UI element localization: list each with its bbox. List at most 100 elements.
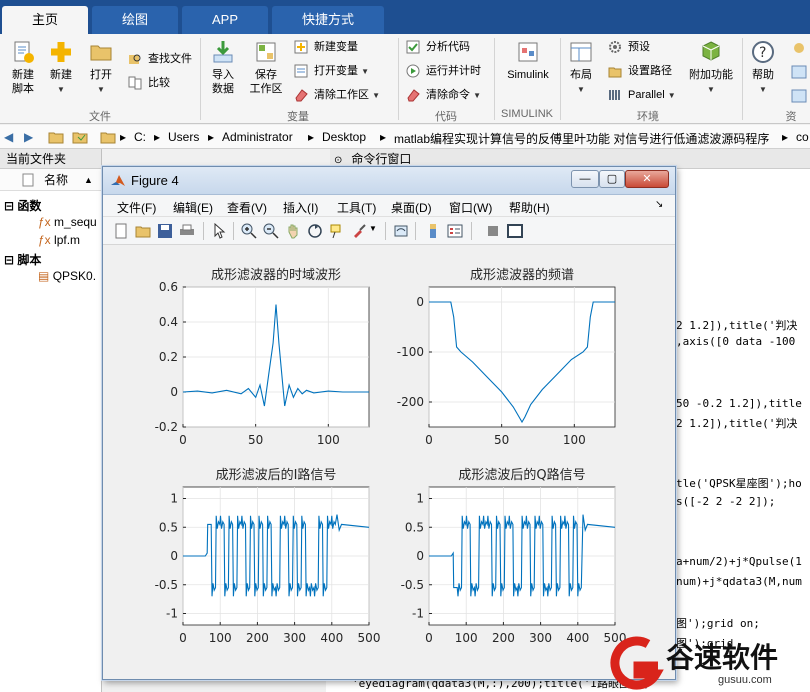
plus-icon [51, 42, 71, 62]
file-lpf[interactable]: ƒx lpf.m [38, 233, 80, 247]
breadcrumb-sep: ▸ [308, 130, 315, 144]
breadcrumb-desktop[interactable]: Desktop [322, 130, 366, 144]
tree-group-scripts[interactable]: ⊟ 脚本 [4, 251, 41, 268]
analyze-code-button[interactable]: 分析代码 [406, 38, 470, 56]
command-window-title: 命令行窗口 [351, 152, 412, 166]
new-script-button[interactable]: 新建 脚本 [6, 40, 40, 96]
simulink-button[interactable]: Simulink [500, 40, 556, 82]
help-button[interactable]: ? 帮助 ▼ [746, 40, 780, 97]
menu-window[interactable]: 窗口(W) [449, 199, 492, 216]
code-line: s([-2 2 -2 2]); [676, 495, 776, 508]
link-plot-icon[interactable] [393, 223, 409, 239]
clear-workspace-button[interactable]: 清除工作区 ▼ [294, 86, 380, 104]
open-file-icon[interactable] [135, 223, 151, 239]
tab-apps[interactable]: APP [182, 6, 268, 34]
find-files-button[interactable]: 查找文件 [128, 50, 192, 68]
new-figure-icon[interactable] [113, 223, 129, 239]
breadcrumb-users[interactable]: Users [168, 130, 199, 144]
brush-dropdown-icon[interactable]: ▼ [369, 224, 377, 233]
code-line: 50 -0.2 1.2]),title [676, 397, 802, 410]
brush-icon[interactable] [351, 223, 367, 239]
tab-shortcuts[interactable]: 快捷方式 [272, 6, 384, 34]
parallel-button[interactable]: Parallel ▼ [608, 86, 676, 104]
new-button[interactable]: 新建 ▼ [44, 40, 78, 97]
variable-group-label: 变量 [287, 111, 309, 123]
import-data-button[interactable]: 导入 数据 [206, 40, 240, 96]
compare-button[interactable]: 比较 [128, 74, 170, 92]
show-tools-icon[interactable] [507, 223, 523, 239]
back-arrow-icon[interactable]: ◀ [4, 130, 13, 144]
hide-tools-icon[interactable] [485, 223, 501, 239]
pointer-icon[interactable] [211, 223, 227, 239]
file-icon [22, 173, 34, 187]
forward-arrow-icon[interactable]: ▶ [24, 130, 33, 144]
new-variable-button[interactable]: 新建变量 [294, 38, 358, 56]
rotate-3d-icon[interactable] [307, 223, 323, 239]
layout-icon [570, 42, 592, 62]
open-variable-label: 打开变量 [314, 65, 358, 77]
breadcrumb-project-folder[interactable]: matlab编程实现计算信号的反傅里叶功能 对信号进行低通滤波源码程序 [394, 130, 769, 147]
menu-file[interactable]: 文件(F) [117, 199, 156, 216]
tab-plots[interactable]: 绘图 [92, 6, 178, 34]
menu-view[interactable]: 查看(V) [227, 199, 267, 216]
dock-arrow-icon[interactable]: ↘ [655, 199, 663, 210]
maximize-button[interactable]: ▢ [599, 170, 625, 188]
y-tick-label: -0.5 [401, 578, 424, 592]
print-icon[interactable] [179, 223, 195, 239]
colorbar-icon[interactable] [425, 223, 441, 239]
breadcrumb-drive[interactable]: C: [134, 130, 146, 144]
menu-help[interactable]: 帮助(H) [509, 199, 550, 216]
file-qpsk0[interactable]: ▤ QPSK0. [38, 269, 96, 283]
save-icon[interactable] [157, 223, 173, 239]
community-icon[interactable] [790, 40, 808, 110]
open-button[interactable]: 打开 ▼ [84, 40, 118, 97]
open-variable-dropdown-icon: ▼ [361, 67, 369, 76]
preferences-button[interactable]: 预设 [608, 38, 650, 56]
clear-commands-button[interactable]: 清除命令 ▼ [406, 86, 481, 104]
layout-label: 布局 [570, 69, 592, 81]
breadcrumb-next[interactable]: co [796, 130, 809, 144]
file-m-sequ[interactable]: ƒx m_sequ [38, 215, 97, 229]
zoom-out-icon[interactable] [263, 223, 279, 239]
menu-edit[interactable]: 编辑(E) [173, 199, 213, 216]
addons-button[interactable]: 附加功能 ▼ [686, 40, 736, 97]
axes-box [428, 286, 616, 428]
name-column-header[interactable]: 名称 ▲ [0, 169, 101, 191]
y-tick-label: -0.2 [155, 420, 178, 434]
figure-title-bar[interactable]: Figure 4 — ▢ ✕ [103, 167, 675, 195]
save-workspace-button[interactable]: 保存 工作区 [246, 40, 286, 96]
legend-icon[interactable] [447, 223, 463, 239]
menu-tools[interactable]: 工具(T) [337, 199, 376, 216]
breadcrumb-sep: ▸ [120, 130, 127, 144]
menu-insert[interactable]: 插入(I) [283, 199, 318, 216]
y-tick-label: -200 [397, 395, 424, 409]
open-variable-button[interactable]: 打开变量 ▼ [294, 62, 369, 80]
zoom-in-icon[interactable] [241, 223, 257, 239]
pan-hand-icon[interactable] [285, 223, 301, 239]
sort-ascending-icon[interactable]: ▲ [84, 169, 93, 191]
run-and-time-button[interactable]: 运行并计时 [406, 62, 481, 80]
import-data-label: 导入 数据 [212, 69, 234, 95]
subplot-title: 成形滤波后的I路信号 [216, 467, 337, 483]
tab-home[interactable]: 主页 [2, 6, 88, 34]
tree-group-functions[interactable]: ⊟ 函数 [4, 197, 41, 214]
minimize-button[interactable]: — [571, 170, 599, 188]
compare-label: 比较 [148, 77, 170, 89]
subplot-title: 成形滤波后的Q路信号 [458, 467, 585, 483]
function-file-icon: ƒx [38, 233, 51, 247]
clear-workspace-label: 清除工作区 [314, 89, 369, 101]
layout-dropdown-icon: ▼ [577, 85, 585, 94]
browse-folder-icon[interactable] [72, 129, 88, 145]
matlab-logo-icon [111, 175, 125, 186]
new-label: 新建 [50, 69, 72, 81]
menu-desktop[interactable]: 桌面(D) [391, 199, 432, 216]
data-cursor-icon[interactable] [329, 223, 345, 239]
layout-button[interactable]: 布局 ▼ [564, 40, 598, 97]
x-tick-label: 400 [566, 631, 589, 645]
close-button[interactable]: ✕ [625, 170, 669, 188]
breadcrumb-administrator[interactable]: Administrator [222, 130, 293, 144]
up-folder-icon[interactable] [48, 129, 64, 145]
set-path-button[interactable]: 设置路径 [608, 62, 672, 80]
clear-commands-label: 清除命令 [426, 89, 470, 101]
watermark: 谷速软件 gusuu.com [608, 632, 810, 692]
